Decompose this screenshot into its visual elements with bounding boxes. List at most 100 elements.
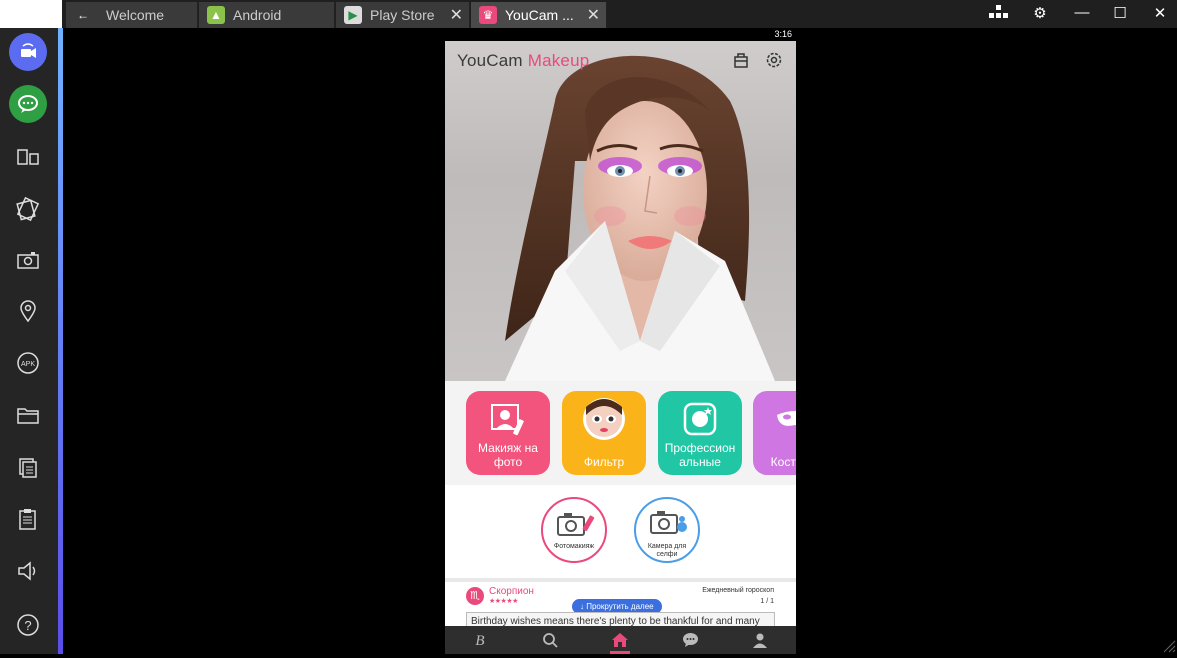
- app-logo-makeup: Makeup: [527, 51, 590, 70]
- help-icon: ?: [17, 614, 39, 636]
- model-portrait-image: [505, 55, 775, 381]
- android-screen: 3:16 YouCam Makeup Макияж на фото Фильтр…: [445, 28, 796, 654]
- feature-photo-makeup[interactable]: Макияж на фото: [466, 391, 550, 475]
- scorpio-icon: ♏: [466, 587, 484, 605]
- svg-text:?: ?: [24, 618, 31, 633]
- tab-play-store[interactable]: ▶ Play Store ✕: [336, 2, 470, 28]
- gear-icon: [766, 52, 782, 68]
- tab-android-label: Android: [233, 7, 282, 23]
- sidebar-video-button[interactable]: [9, 33, 47, 71]
- feature-professional[interactable]: Профессион альные: [658, 391, 742, 475]
- sidebar-copy-button[interactable]: [9, 448, 47, 486]
- chat-bubble-icon: [682, 633, 698, 647]
- sidebar-folder-button[interactable]: [9, 396, 47, 434]
- tab-welcome-label: Welcome: [106, 7, 165, 23]
- sidebar-rotate-button[interactable]: [9, 138, 47, 176]
- svg-text:APK: APK: [21, 361, 35, 368]
- screen-rotate-icon: [17, 149, 39, 165]
- android-icon: ▲: [207, 6, 225, 24]
- arrow-down-icon: ↓: [580, 602, 584, 611]
- tab-youcam-label: YouCam ...: [505, 7, 574, 23]
- svg-text:B: B: [475, 633, 484, 649]
- sidebar-help-button[interactable]: ?: [9, 606, 47, 644]
- feature-professional-label: Профессион альные: [664, 441, 736, 469]
- gear-icon[interactable]: ⚙: [1030, 4, 1050, 22]
- camera-lipstick-icon: [557, 513, 595, 536]
- app-logo-youcam: YouCam: [457, 51, 523, 70]
- tab-android[interactable]: ▲ Android: [199, 2, 335, 28]
- filter-face-icon: [583, 398, 625, 440]
- app-logo: YouCam Makeup: [457, 51, 589, 71]
- store-icon: [734, 53, 748, 68]
- daily-horoscope-label: Ежедневный гороскоп: [702, 587, 774, 594]
- resize-grip-icon[interactable]: [1160, 637, 1176, 653]
- sidebar-paste-button[interactable]: [9, 500, 47, 538]
- bottom-navigation: B: [445, 626, 796, 654]
- store-button[interactable]: [730, 49, 752, 71]
- sidebar-location-button[interactable]: [9, 292, 47, 330]
- nav-search[interactable]: [515, 626, 585, 654]
- close-icon[interactable]: ✕: [587, 5, 600, 25]
- selfie-camera-circle-button[interactable]: Камера для селфи: [634, 497, 700, 563]
- selfie-camera-icon: [650, 511, 687, 534]
- search-icon: [543, 633, 558, 648]
- close-icon[interactable]: ✕: [450, 5, 463, 25]
- hero-banner[interactable]: YouCam Makeup: [445, 41, 796, 381]
- horoscope-sign: Скорпион: [489, 586, 534, 597]
- scroll-more-label: Прокрутить далее: [586, 602, 654, 611]
- youcam-app-icon: ♛: [479, 6, 497, 24]
- quick-actions: Фотомакияж Камера для селфи: [445, 485, 796, 578]
- photo-makeup-icon: [491, 404, 524, 436]
- shake-icon: [16, 196, 40, 222]
- mask-icon: [777, 411, 796, 426]
- sidebar-apk-button[interactable]: APK: [9, 344, 47, 382]
- horoscope-stars: ★★★★★: [489, 598, 518, 605]
- horoscope-page-indicator: 1 / 1: [760, 598, 774, 605]
- photo-makeup-circle-button[interactable]: Фотомакияж: [541, 497, 607, 563]
- status-bar: 3:16: [445, 28, 796, 41]
- arrow-left-icon[interactable]: ←: [74, 6, 92, 24]
- play-store-icon: ▶: [344, 6, 362, 24]
- settings-button[interactable]: [763, 49, 785, 71]
- close-window-icon[interactable]: ✕: [1150, 4, 1170, 22]
- feature-photo-makeup-label: Макияж на фото: [478, 441, 538, 469]
- folder-icon: [17, 408, 39, 424]
- home-icon: [612, 633, 628, 647]
- multi-instance-icon[interactable]: [988, 4, 1008, 24]
- feature-costume-makeup-label: Кост мак: [770, 455, 796, 469]
- location-pin-icon: [20, 300, 36, 323]
- nav-home[interactable]: [585, 626, 655, 654]
- feature-filter-label: Фильтр: [583, 455, 625, 469]
- status-time: 3:16: [774, 29, 792, 39]
- minimize-icon[interactable]: —: [1072, 4, 1092, 21]
- feature-filter[interactable]: Фильтр: [562, 391, 646, 475]
- feature-costume-makeup[interactable]: Кост мак: [753, 391, 796, 475]
- user-icon: [753, 633, 767, 648]
- tab-welcome[interactable]: ← Welcome: [66, 2, 198, 28]
- title-corner: [0, 0, 62, 28]
- sidebar-accent-bar: [58, 28, 63, 654]
- feature-carousel[interactable]: Макияж на фото Фильтр Профессион альные …: [445, 381, 796, 485]
- sidebar-shake-button[interactable]: [9, 190, 47, 228]
- sidebar-volume-button[interactable]: [9, 552, 47, 590]
- copy-icon: [19, 458, 37, 478]
- maximize-icon[interactable]: ☐: [1110, 4, 1130, 22]
- clipboard-icon: [19, 509, 36, 530]
- sidebar-chat-button[interactable]: [9, 85, 47, 123]
- sidebar-camera-button[interactable]: [9, 241, 47, 279]
- pro-camera-icon: [683, 402, 717, 436]
- beauty-b-icon: B: [475, 633, 484, 649]
- nav-profile[interactable]: [725, 626, 795, 654]
- tab-youcam[interactable]: ♛ YouCam ... ✕: [471, 2, 607, 28]
- apk-icon: APK: [17, 352, 39, 374]
- emulator-tab-bar: ← Welcome ▲ Android ▶ Play Store ✕ ♛ You…: [0, 0, 1177, 28]
- selfie-camera-circle-label: Камера для селфи: [647, 543, 687, 558]
- video-camera-icon: [21, 43, 36, 58]
- tab-play-store-label: Play Store: [370, 7, 435, 23]
- emulator-sidebar: APK ?: [0, 28, 58, 654]
- chat-bubble-icon: [18, 95, 38, 113]
- nav-beauty-circle[interactable]: B: [445, 626, 515, 654]
- horoscope-card[interactable]: ♏ Скорпион ★★★★★ Ежедневный гороскоп 1 /…: [445, 582, 796, 630]
- nav-messages[interactable]: [655, 626, 725, 654]
- camera-icon: [17, 252, 39, 269]
